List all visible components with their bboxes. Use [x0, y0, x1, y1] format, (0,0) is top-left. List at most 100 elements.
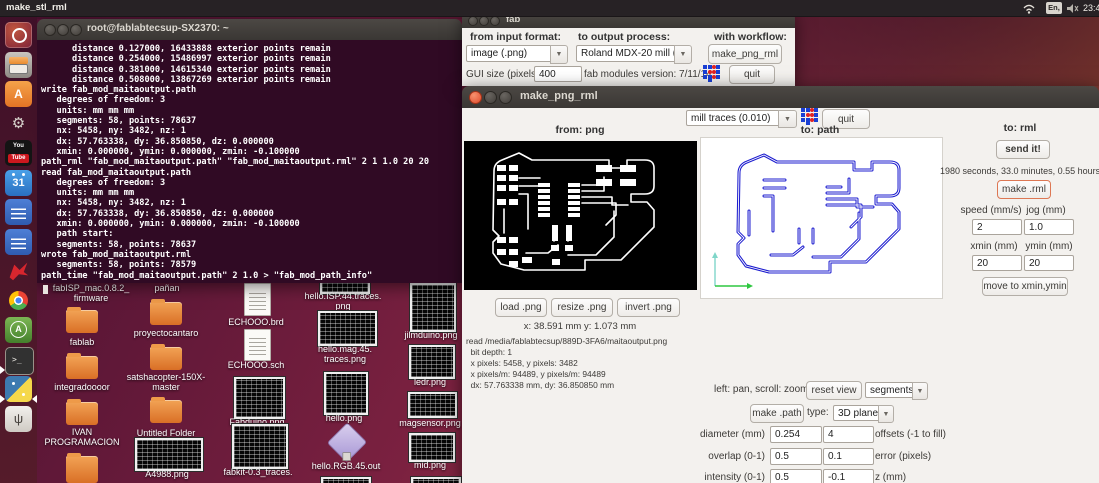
load-png-button[interactable]: load .png — [495, 298, 547, 317]
pcb-image-icon[interactable] — [409, 345, 455, 379]
terminal-body[interactable]: distance 0.127000, 16433888 exterior poi… — [37, 40, 462, 294]
type-dropdown-arrow[interactable]: ▼ — [878, 405, 894, 423]
terminal-window: root@fablabtecsup-SX2370: ~ distance 0.1… — [37, 19, 462, 294]
xmin-input[interactable]: 20 — [972, 255, 1022, 271]
document-icon[interactable] — [243, 329, 271, 361]
folder-icon[interactable] — [66, 453, 98, 483]
maximize-button[interactable] — [499, 91, 512, 104]
view-mode-dropdown-arrow[interactable]: ▼ — [912, 382, 928, 400]
resize-png-button[interactable]: resize .png — [551, 298, 613, 317]
chrome-icon[interactable] — [5, 288, 32, 314]
system-settings-icon[interactable]: ⚙ — [5, 111, 32, 137]
overlap-label: overlap (0-1) — [708, 451, 765, 462]
libreoffice-document-icon[interactable] — [5, 228, 32, 255]
software-center-icon[interactable]: A — [5, 81, 32, 107]
maximize-button[interactable] — [70, 24, 82, 36]
make-png-rml-titlebar[interactable]: make_png_rml — [462, 86, 1099, 109]
send-it-button[interactable]: send it! — [996, 140, 1050, 159]
pcb-image-icon[interactable] — [232, 424, 288, 469]
type-select[interactable]: 3D plane — [833, 405, 882, 421]
top-menu-bar: make_stl_rml En, 23:4 — [0, 0, 1099, 17]
volume-muted-icon[interactable] — [1066, 3, 1079, 14]
offsets-input[interactable]: 4 — [823, 426, 874, 443]
calendar-icon[interactable]: 31 — [5, 169, 32, 196]
pcb-image-icon[interactable] — [411, 477, 461, 483]
pcb-image-icon[interactable] — [317, 311, 377, 346]
pcb-image-icon[interactable] — [135, 438, 203, 471]
folder-icon[interactable] — [66, 307, 98, 333]
terminal-icon[interactable]: >_ — [5, 346, 34, 375]
desktop-icon-label[interactable]: Untitled Folder — [111, 428, 221, 438]
close-button[interactable] — [44, 24, 56, 36]
desktop-icon-label[interactable]: hello.mag.45. traces.png — [290, 344, 400, 364]
close-button[interactable] — [468, 16, 478, 26]
speed-input[interactable]: 2 — [972, 219, 1022, 235]
png-info-line: read /media/fablabtecsup/889D-3FA6/maita… — [466, 336, 668, 346]
usb-creator-icon[interactable]: ψ — [5, 405, 32, 432]
pcb-image-icon[interactable] — [407, 392, 457, 418]
z-input[interactable]: -0.1 — [823, 469, 874, 483]
input-format-dropdown-arrow[interactable]: ▼ — [550, 45, 568, 64]
make-png-rml-button[interactable]: make_png_rml — [708, 44, 782, 64]
png-canvas[interactable] — [464, 141, 697, 290]
running-indicator — [0, 366, 5, 374]
terminal-line: segments: 58, points: 78637 — [41, 239, 197, 250]
clock[interactable]: 23:4 — [1083, 3, 1099, 13]
pcb-image-icon[interactable] — [324, 372, 368, 415]
minimize-button[interactable] — [479, 16, 489, 26]
with-workflow-label: with workflow: — [714, 31, 787, 43]
focus-indicator — [32, 395, 37, 403]
invert-png-button[interactable]: invert .png — [617, 298, 680, 317]
libreoffice-writer-icon[interactable] — [5, 199, 32, 225]
folder-icon[interactable] — [150, 344, 182, 370]
files-icon[interactable] — [5, 51, 32, 78]
view-mode-select[interactable]: segments — [865, 382, 916, 398]
reset-view-button[interactable]: reset view — [806, 381, 862, 400]
pcb-image-icon[interactable] — [233, 377, 285, 419]
output-process-select[interactable]: Roland MDX-20 mill (.rml) — [576, 45, 678, 62]
intensity-input[interactable]: 0.5 — [770, 469, 822, 483]
terminal-line: read fab_mod_maitaoutput.path — [41, 167, 192, 178]
terminal-line: dx: 57.763338, dy: 36.850850, dz: 0.0000… — [41, 208, 274, 219]
icon-glyph: ⚙ — [11, 114, 26, 132]
fab-quit-button[interactable]: quit — [729, 65, 775, 84]
app-grid-icon[interactable]: A — [5, 317, 32, 343]
make-path-button[interactable]: make .path — [750, 404, 804, 423]
terminal-line: xmin: 0.000000, ymin: 0.000000, zmin: -0… — [41, 146, 300, 157]
eagle-cad-icon[interactable] — [5, 258, 32, 284]
overlap-input[interactable]: 0.5 — [770, 448, 822, 465]
output-process-dropdown-arrow[interactable]: ▼ — [674, 45, 692, 64]
gui-size-input[interactable]: 400 — [534, 66, 582, 82]
folder-icon[interactable] — [150, 397, 182, 423]
minimize-button[interactable] — [57, 24, 69, 36]
ubuntu-dash-icon[interactable] — [5, 22, 32, 48]
pcb-image-icon[interactable] — [409, 433, 455, 462]
minimize-button[interactable] — [484, 91, 497, 104]
wifi-icon[interactable] — [1022, 3, 1036, 14]
desktop-icon-label[interactable]: proyectocantaro — [111, 328, 221, 338]
diameter-input[interactable]: 0.254 — [770, 426, 822, 443]
folder-icon[interactable] — [150, 299, 182, 325]
make-rml-button[interactable]: make .rml — [997, 180, 1051, 199]
icon-glyph: ψ — [13, 410, 24, 426]
error-input[interactable]: 0.1 — [823, 448, 874, 465]
input-format-select[interactable]: image (.png) — [466, 45, 554, 62]
python-icon[interactable] — [5, 376, 32, 402]
ymin-input[interactable]: 20 — [1024, 255, 1074, 271]
move-to-xmin-ymin-button[interactable]: move to xmin,ymin — [982, 277, 1068, 296]
terminal-titlebar[interactable]: root@fablabtecsup-SX2370: ~ — [37, 19, 462, 41]
youtube-icon[interactable]: You Tube — [5, 140, 32, 166]
package-icon[interactable] — [326, 422, 368, 463]
keyboard-indicator[interactable]: En, — [1046, 2, 1062, 14]
jog-input[interactable]: 1.0 — [1024, 219, 1074, 235]
close-button[interactable] — [469, 91, 482, 104]
desktop-icon-label[interactable]: fablab — [27, 337, 137, 347]
folder-icon[interactable] — [66, 399, 98, 425]
path-canvas[interactable] — [700, 137, 943, 299]
desktop-icon-label[interactable]: ECHOOO.brd — [201, 317, 311, 327]
maximize-button[interactable] — [490, 16, 500, 26]
folder-icon[interactable] — [66, 353, 98, 379]
to-rml-heading: to: rml — [1003, 122, 1037, 134]
desktop-icon-label[interactable]: satshacopter-150X- master — [111, 372, 221, 392]
pcb-image-icon[interactable] — [321, 477, 371, 483]
